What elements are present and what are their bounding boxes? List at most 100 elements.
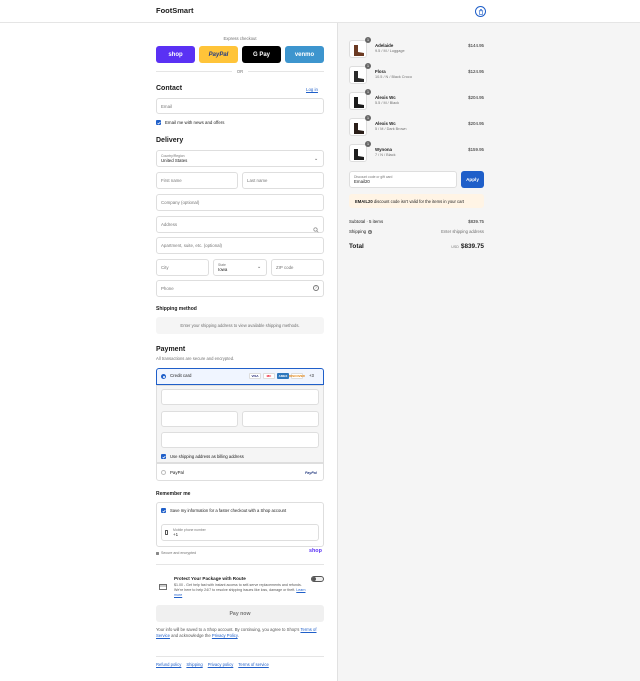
radio-selected[interactable]	[161, 374, 166, 379]
company-field[interactable]: Company (optional)	[156, 194, 324, 211]
mobile-field[interactable]: Mobile phone number +1	[161, 524, 319, 541]
payment-title: Payment	[156, 346, 186, 353]
pay-now-button[interactable]: Pay now	[156, 605, 324, 622]
city-field[interactable]: City	[156, 259, 209, 276]
route-title: Protect Your Package with Route	[174, 576, 246, 581]
product-image	[349, 40, 367, 58]
product-price: $144.95	[468, 43, 484, 48]
discount-field[interactable]: Discount code or gift card Email20	[349, 171, 457, 188]
product-name: Wynona	[375, 147, 392, 152]
news-label: Email me with news and offers	[165, 120, 225, 125]
remember-title: Remember me	[156, 491, 191, 497]
shipping-value: Enter shipping address	[441, 229, 484, 234]
first-name-field[interactable]: First name	[156, 172, 238, 189]
phone-icon	[165, 530, 168, 535]
radio-unselected[interactable]	[161, 470, 166, 475]
shipping-method-title: Shipping method	[156, 306, 197, 312]
search-icon	[313, 220, 319, 238]
contact-title: Contact	[156, 85, 183, 92]
or-label: OR	[232, 69, 248, 74]
login-link[interactable]: Log in	[306, 87, 318, 92]
expiration-field[interactable]	[161, 411, 238, 427]
route-toggle[interactable]	[311, 576, 324, 582]
express-venmo-button[interactable]: venmo	[285, 46, 324, 63]
name-on-card-field[interactable]	[161, 432, 319, 448]
total-label: Total	[349, 243, 364, 250]
header: FootSmart	[0, 0, 640, 23]
total-row: USD $839.75	[404, 243, 484, 250]
currency: USD	[451, 245, 459, 249]
subtotal-label: Subtotal · 5 items	[349, 219, 384, 224]
payment-subtitle: All transactions are secure and encrypte…	[156, 356, 235, 361]
mobile-value: +1	[173, 532, 179, 537]
express-shop-button[interactable]: shop	[156, 46, 195, 63]
mc-card-icon: MC	[263, 373, 275, 379]
help-icon[interactable]: ?	[313, 285, 319, 291]
shipping-method-message: Enter your shipping address to view avai…	[156, 317, 324, 334]
shipping-row: Shipping ?	[349, 229, 373, 234]
news-checkbox[interactable]	[156, 120, 161, 125]
divider	[156, 656, 324, 657]
product-name: Alexis Wc	[375, 95, 396, 100]
security-code-field[interactable]	[242, 411, 319, 427]
apartment-field[interactable]: Apartment, suite, etc. (optional)	[156, 237, 324, 254]
save-info-label: Save my information for a faster checkou…	[170, 508, 287, 513]
country-value: United States	[161, 158, 188, 163]
billing-checkbox[interactable]	[161, 454, 166, 459]
shoe-icon	[354, 45, 364, 56]
footer-link-privacy-policy[interactable]: Privacy policy	[208, 662, 234, 667]
product-variant: 10.5 / N / Black Croco	[375, 75, 412, 79]
terms-text-before: Your info will be saved to a Shop accoun…	[156, 627, 300, 632]
quantity-badge: 1	[365, 89, 371, 95]
footer-link-terms-of-service[interactable]: Terms of service	[238, 662, 268, 667]
divider	[156, 564, 324, 565]
product-price: $204.95	[468, 95, 484, 100]
address-field[interactable]: Address	[156, 216, 324, 233]
product-variant: 7 / N / Black	[375, 153, 396, 157]
credit-card-label: Credit card	[170, 373, 192, 378]
footer-link-refund-policy[interactable]: Refund policy	[156, 662, 181, 667]
discount-warning: EMAIL20 discount code isn't valid for th…	[349, 194, 484, 208]
delivery-title: Delivery	[156, 137, 184, 144]
apply-button[interactable]: Apply	[461, 171, 484, 188]
product-variant: 5.5 / M / Black	[375, 101, 400, 105]
shoe-icon	[354, 149, 364, 160]
info-icon[interactable]: ?	[368, 229, 373, 234]
privacy-link[interactable]: Privacy Policy	[212, 633, 238, 638]
express-paypal-button[interactable]: PayPal	[199, 46, 238, 63]
last-name-field[interactable]: Last name	[242, 172, 324, 189]
amex-card-icon: AMEX	[277, 373, 289, 379]
terms-text: Your info will be saved to a Shop accoun…	[156, 627, 324, 639]
country-select[interactable]: Country/Region United States	[156, 150, 324, 167]
total-value: $839.75	[460, 243, 484, 250]
product-name: Adelaide	[375, 43, 394, 48]
quantity-badge: 1	[365, 63, 371, 69]
phone-field[interactable]: Phone	[156, 280, 324, 297]
product-image	[349, 92, 367, 110]
brand-logo[interactable]: FootSmart	[156, 6, 194, 15]
express-checkout-title: Express checkout	[223, 36, 257, 41]
shipping-label: Shipping	[349, 229, 367, 234]
shopping-bag-icon[interactable]	[475, 6, 486, 17]
shoe-icon	[354, 71, 364, 82]
product-image	[349, 118, 367, 136]
card-number-field[interactable]	[161, 389, 319, 405]
express-g-pay-button[interactable]: G Pay	[242, 46, 281, 63]
route-text-body: $1.00 - Get help fast with instant acces…	[174, 583, 302, 592]
state-value: Iowa	[218, 267, 228, 272]
footer-link-shipping[interactable]: Shipping	[186, 662, 202, 667]
email-field[interactable]: Email	[156, 98, 324, 114]
save-info-checkbox[interactable]	[161, 508, 166, 513]
quantity-badge: 1	[365, 115, 371, 121]
paypal-label: PayPal	[170, 470, 184, 475]
product-image	[349, 144, 367, 162]
visa-card-icon: VISA	[249, 373, 261, 379]
product-name: Flora	[375, 69, 386, 74]
shoe-icon	[354, 123, 364, 134]
shop-logo: shop	[309, 548, 322, 554]
paypal-logo: PayPal	[305, 471, 317, 475]
route-text: $1.00 - Get help fast with instant acces…	[174, 583, 310, 598]
terms-end: .	[237, 633, 239, 639]
zip-field[interactable]: ZIP code	[271, 259, 324, 276]
shoe-icon	[354, 97, 364, 108]
